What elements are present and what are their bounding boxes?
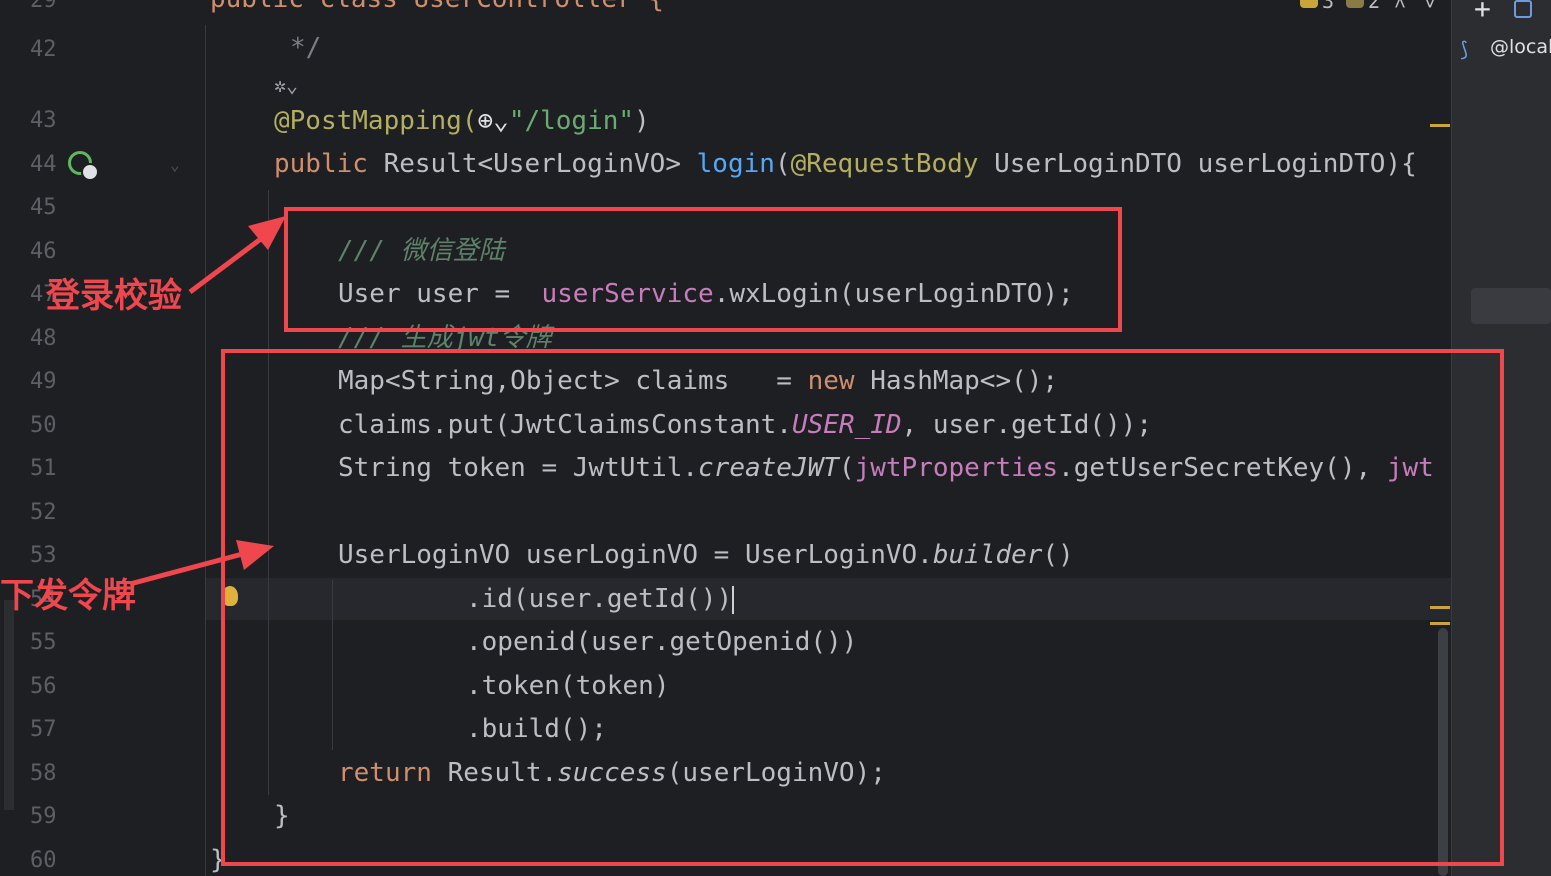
arrow-to-token-issue (129, 549, 251, 587)
arrow-to-login-check (188, 230, 272, 294)
annotation-arrows (129, 216, 286, 587)
arrowhead-token-issue (236, 540, 274, 570)
login-check-label: 登录校验 (46, 276, 182, 316)
issue-token-label: 下发令牌 (0, 576, 136, 616)
